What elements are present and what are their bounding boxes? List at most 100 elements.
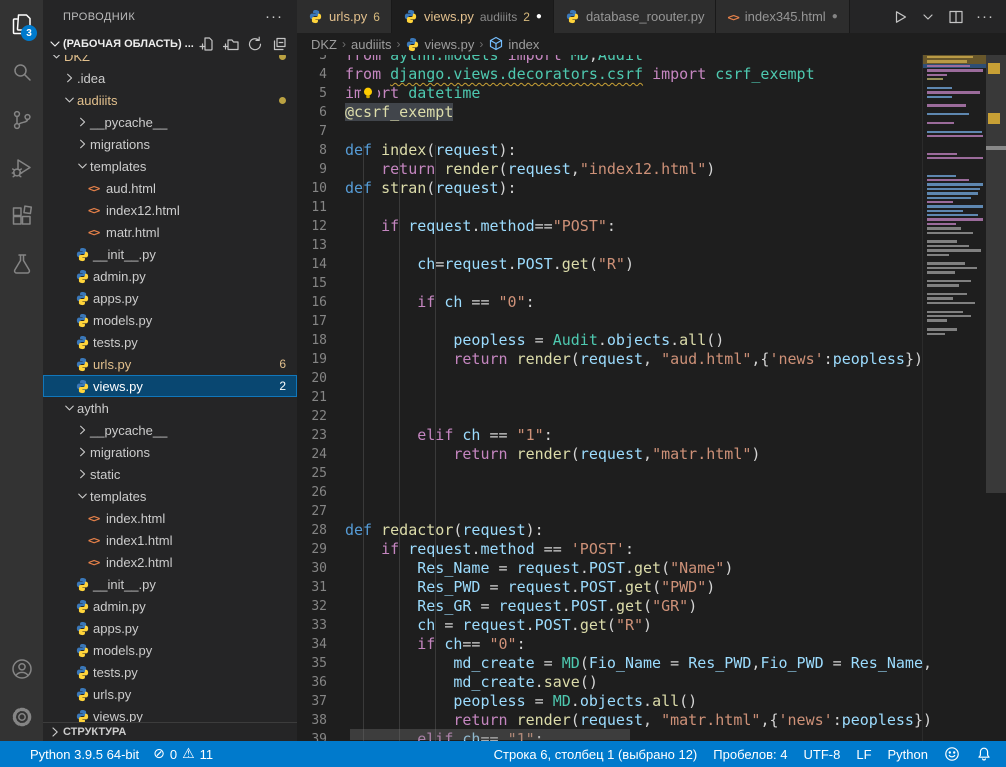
code-line[interactable]: 24 return render(request,"matr.html") (297, 445, 922, 464)
line-number[interactable]: 24 (297, 445, 345, 464)
status-indentation[interactable]: Пробелов: 4 (713, 747, 787, 762)
tree-item-__init__.py[interactable]: __init__.py (43, 243, 297, 265)
tree-item-urls.py[interactable]: urls.py (43, 683, 297, 705)
line-number[interactable]: 19 (297, 350, 345, 369)
line-number[interactable]: 14 (297, 255, 345, 274)
tree-item-__pycache__[interactable]: __pycache__ (43, 419, 297, 441)
line-number[interactable]: 23 (297, 426, 345, 445)
activity-item-search[interactable] (0, 48, 43, 96)
line-number[interactable]: 28 (297, 521, 345, 540)
line-number[interactable]: 17 (297, 312, 345, 331)
line-number[interactable]: 39 (297, 730, 345, 741)
line-number[interactable]: 11 (297, 198, 345, 217)
breadcrumb-audiiits[interactable]: audiiits (351, 37, 391, 52)
code-line[interactable]: 25 (297, 464, 922, 483)
activity-item-extensions[interactable] (0, 192, 43, 240)
editor[interactable]: 3from aythh.models import MD,Audit4from … (297, 55, 1006, 741)
line-number[interactable]: 38 (297, 711, 345, 730)
tree-item-static[interactable]: static (43, 463, 297, 485)
code-line[interactable]: 28def redactor(request): (297, 521, 922, 540)
horizontal-scrollbar[interactable] (350, 729, 630, 740)
tree-item-index2.html[interactable]: <>index2.html (43, 551, 297, 573)
code-line[interactable]: 8def index(request): (297, 141, 922, 160)
activity-item-source-control[interactable] (0, 96, 43, 144)
status-eol[interactable]: LF (856, 747, 871, 762)
new-file-icon[interactable] (199, 36, 215, 52)
code-line[interactable]: 7 (297, 122, 922, 141)
line-number[interactable]: 32 (297, 597, 345, 616)
tree-item-urls.py[interactable]: urls.py6 (43, 353, 297, 375)
line-number[interactable]: 36 (297, 673, 345, 692)
tree-item-tests.py[interactable]: tests.py (43, 331, 297, 353)
activity-item-settings[interactable] (0, 693, 43, 741)
code-line[interactable]: 19 return render(request, "aud.html",{'n… (297, 350, 922, 369)
problems-status[interactable]: ⊘ 0 ⚠ 11 (153, 746, 213, 762)
python-interpreter[interactable]: Python 3.9.5 64-bit (30, 747, 139, 762)
breadcrumb-DKZ[interactable]: DKZ (311, 37, 337, 52)
tree-item-audiiits[interactable]: audiiits (43, 89, 297, 111)
tree-item-index12.html[interactable]: <>index12.html (43, 199, 297, 221)
tree-item-templates[interactable]: templates (43, 155, 297, 177)
tree-item-models.py[interactable]: models.py (43, 309, 297, 331)
line-number[interactable]: 9 (297, 160, 345, 179)
activity-item-explorer[interactable]: 3 (0, 0, 43, 48)
code-line[interactable]: 38 return render(request, "matr.html",{'… (297, 711, 922, 730)
code-line[interactable]: 20 (297, 369, 922, 388)
line-number[interactable]: 35 (297, 654, 345, 673)
more-actions-icon[interactable]: ··· (976, 8, 994, 25)
tree-item-aythh[interactable]: aythh (43, 397, 297, 419)
tree-item-__init__.py[interactable]: __init__.py (43, 573, 297, 595)
line-number[interactable]: 16 (297, 293, 345, 312)
line-number[interactable]: 37 (297, 692, 345, 711)
line-number[interactable]: 5 (297, 84, 345, 103)
line-number[interactable]: 18 (297, 331, 345, 350)
tree-item-migrations[interactable]: migrations (43, 133, 297, 155)
code-line[interactable]: 9 return render(request,"index12.html") (297, 160, 922, 179)
code-line[interactable]: 36 md_create.save() (297, 673, 922, 692)
line-number[interactable]: 10 (297, 179, 345, 198)
breadcrumb-index[interactable]: index (488, 36, 539, 52)
line-number[interactable]: 4 (297, 65, 345, 84)
tree-item-apps.py[interactable]: apps.py (43, 287, 297, 309)
lightbulb-icon[interactable] (361, 85, 378, 101)
views-and-more-actions-icon[interactable]: ··· (265, 8, 283, 25)
refresh-icon[interactable] (247, 36, 263, 52)
code-line[interactable]: 10def stran(request): (297, 179, 922, 198)
code-line[interactable]: 30 Res_Name = request.POST.get("Name") (297, 559, 922, 578)
code-line[interactable]: 37 peopless = MD.objects.all() (297, 692, 922, 711)
breadcrumb-views.py[interactable]: views.py (405, 37, 474, 52)
code-line[interactable]: 16 if ch == "0": (297, 293, 922, 312)
tree-item-models.py[interactable]: models.py (43, 639, 297, 661)
code-line[interactable]: 17 (297, 312, 922, 331)
tree-item-matr.html[interactable]: <>matr.html (43, 221, 297, 243)
code-line[interactable]: 23 elif ch == "1": (297, 426, 922, 445)
workspace-section-header[interactable]: (РАБОЧАЯ ОБЛАСТЬ) ... (43, 33, 297, 55)
tree-item-admin.py[interactable]: admin.py (43, 595, 297, 617)
code-line[interactable]: 13 (297, 236, 922, 255)
code-line[interactable]: 6@csrf_exempt (297, 103, 922, 122)
line-number[interactable]: 30 (297, 559, 345, 578)
code-line[interactable]: 5import datetime (297, 84, 922, 103)
tree-item-index.html[interactable]: <>index.html (43, 507, 297, 529)
code-line[interactable]: 31 Res_PWD = request.POST.get("PWD") (297, 578, 922, 597)
code-line[interactable]: 29 if request.method == 'POST': (297, 540, 922, 559)
tree-item-tests.py[interactable]: tests.py (43, 661, 297, 683)
tree-item-apps.py[interactable]: apps.py (43, 617, 297, 639)
line-number[interactable]: 31 (297, 578, 345, 597)
tree-item-aud.html[interactable]: <>aud.html (43, 177, 297, 199)
code-line[interactable]: 33 ch = request.POST.get("R") (297, 616, 922, 635)
tab-urls.py[interactable]: urls.py6 (297, 0, 392, 33)
tree-item-templates[interactable]: templates (43, 485, 297, 507)
activity-item-testing[interactable] (0, 240, 43, 288)
line-number[interactable]: 12 (297, 217, 345, 236)
tree-item-views.py[interactable]: views.py (43, 705, 297, 722)
code-line[interactable]: 3from aythh.models import MD,Audit (297, 55, 922, 65)
code-line[interactable]: 14 ch=request.POST.get("R") (297, 255, 922, 274)
code-line[interactable]: 26 (297, 483, 922, 502)
tab-database_roouter.py[interactable]: database_roouter.py (554, 0, 717, 33)
line-number[interactable]: 26 (297, 483, 345, 502)
code-line[interactable]: 22 (297, 407, 922, 426)
line-number[interactable]: 27 (297, 502, 345, 521)
line-number[interactable]: 34 (297, 635, 345, 654)
status-encoding[interactable]: UTF-8 (804, 747, 841, 762)
